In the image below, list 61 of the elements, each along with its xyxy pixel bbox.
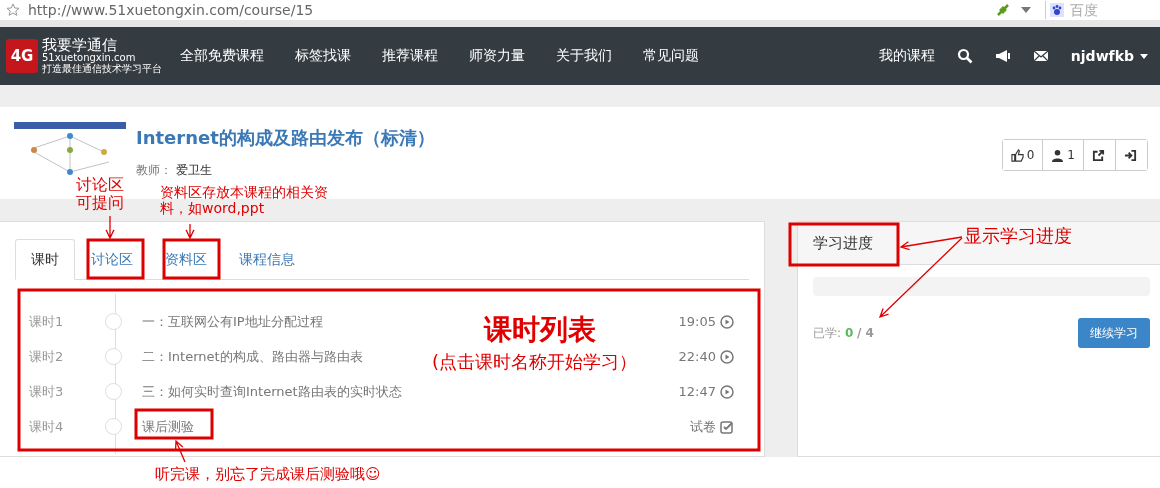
annotation-arrow [105, 215, 115, 240]
user-menu[interactable]: njdwfkb [1070, 48, 1148, 64]
lesson-info: 22:40 [678, 349, 716, 364]
play-icon [720, 384, 734, 399]
annotation-text: 显示学习进度 [964, 226, 1072, 247]
logo-mark[interactable]: 4G [6, 39, 38, 73]
tab[interactable]: 资料区 [149, 239, 223, 280]
highlight-frame [162, 238, 221, 280]
sign-in-icon [1124, 148, 1137, 162]
star-icon[interactable] [6, 3, 20, 17]
continue-button[interactable]: 继续学习 [1078, 318, 1150, 348]
nav-link[interactable]: 标签找课 [295, 47, 351, 65]
nav-link[interactable]: 推荐课程 [382, 47, 438, 65]
nav-link[interactable]: 全部免费课程 [180, 47, 264, 65]
annotation-arrow [185, 223, 195, 240]
lesson-number: 课时4 [28, 417, 65, 436]
dropdown-icon[interactable] [1021, 7, 1031, 13]
teacher-name: 教师： 爱卫生 [136, 162, 213, 179]
logo-tagline: 打造最佳通信技术学习平台 [42, 63, 162, 75]
logo-domain: 51xuetongxin.com [42, 53, 137, 64]
paw-icon [1050, 3, 1064, 17]
play-icon [720, 349, 734, 364]
thumbs-up-icon [1010, 148, 1024, 162]
search-icon[interactable] [956, 48, 973, 64]
annotation-text: 讨论区可提问 [76, 176, 125, 213]
logo-title: 我要学通信 [42, 37, 117, 54]
lesson-number: 课时1 [28, 312, 65, 331]
megaphone-icon[interactable] [994, 48, 1011, 64]
envelope-icon[interactable] [1032, 48, 1049, 64]
highlight-frame [86, 238, 145, 280]
annotation-text: 课时列表 [484, 314, 596, 347]
address-bar-url[interactable]: http://www.51xuetongxin.com/course/15 [28, 2, 995, 18]
lesson-title[interactable]: 二：Internet的构成、路由器与路由表 [142, 347, 363, 366]
checkbox-icon [720, 419, 734, 434]
lesson-info: 12:47 [678, 384, 716, 399]
nav-link[interactable]: 关于我们 [556, 47, 612, 65]
learned-count: 已学: 0 / 4 [813, 324, 874, 342]
lesson-title[interactable]: 一：互联网公有IP地址分配过程 [142, 312, 323, 331]
annotation-text: 资料区存放本课程的相关资料，如word,ppt [160, 184, 329, 217]
share-icon [1092, 148, 1105, 162]
plug-icon[interactable] [995, 2, 1011, 18]
course-title[interactable]: Internet的构成及路由发布（标清） [136, 126, 435, 150]
lesson-info: 试卷 [690, 417, 716, 436]
caret-icon [1140, 53, 1148, 59]
my-courses-link[interactable]: 我的课程 [878, 47, 935, 65]
lesson-title[interactable]: 三：如何实时查询Internet路由表的实时状态 [142, 382, 402, 401]
tab[interactable]: 课程信息 [223, 239, 311, 280]
lesson-number: 课时2 [28, 347, 65, 366]
tab[interactable]: 课时 [15, 239, 75, 280]
lesson-info: 19:05 [678, 314, 716, 329]
nav-link[interactable]: 师资力量 [469, 47, 525, 65]
annotation-text: 听完课，别忘了完成课后测验哦☺ [155, 466, 381, 484]
user-icon [1051, 148, 1065, 162]
tab[interactable]: 讨论区 [75, 239, 149, 280]
nav-link[interactable]: 常见问题 [643, 47, 699, 65]
lesson-number: 课时3 [28, 382, 65, 401]
lesson-title[interactable]: 课后测验 [142, 417, 194, 436]
annotation-arrow [174, 439, 186, 463]
play-icon [720, 314, 734, 329]
enter-button[interactable] [1115, 140, 1147, 170]
annotation-text: (点击课时名称开始学习） [432, 352, 638, 373]
